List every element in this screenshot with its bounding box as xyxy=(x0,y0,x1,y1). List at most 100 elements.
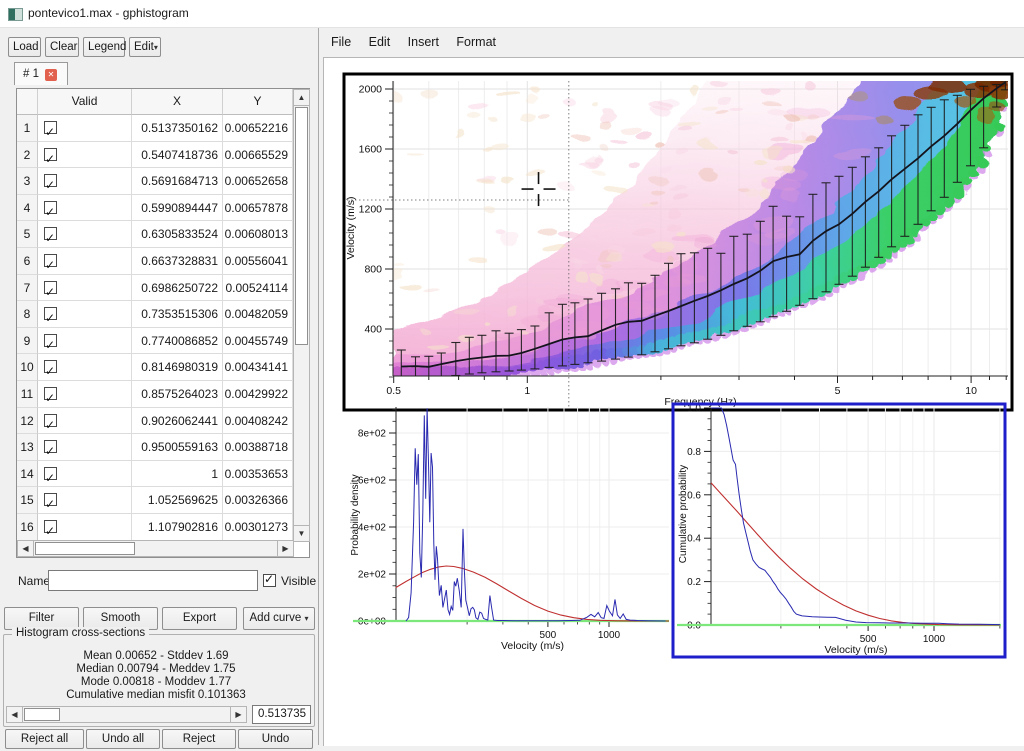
table-row[interactable]: 151.0525696250.00326366 xyxy=(17,487,293,514)
y-cell[interactable]: 0.00556041 xyxy=(223,248,293,275)
valid-checkbox[interactable] xyxy=(44,281,57,294)
valid-checkbox[interactable] xyxy=(44,174,57,187)
valid-checkbox[interactable] xyxy=(44,520,57,533)
edit-button[interactable]: Edit▾ xyxy=(129,37,161,57)
valid-checkbox[interactable] xyxy=(44,201,57,214)
valid-checkbox[interactable] xyxy=(44,307,57,320)
cross-section-slider[interactable]: ◀ ▶ xyxy=(6,706,247,723)
valid-cell[interactable] xyxy=(38,434,132,461)
menu-edit[interactable]: Edit xyxy=(362,33,398,51)
table-row[interactable]: 10.51373501620.00652216 xyxy=(17,115,293,142)
x-cell[interactable]: 1.052569625 xyxy=(132,487,223,514)
table-row[interactable]: 50.63058335240.00608013 xyxy=(17,221,293,248)
panel-splitter[interactable] xyxy=(318,28,319,745)
clear-button[interactable]: Clear xyxy=(45,37,79,57)
slider-right-icon[interactable]: ▶ xyxy=(230,706,247,723)
table-vertical-scrollbar[interactable]: ▲ ▼ xyxy=(293,89,310,541)
x-cell[interactable]: 0.5407418736 xyxy=(132,142,223,169)
x-cell[interactable]: 0.7353515306 xyxy=(132,301,223,328)
valid-checkbox[interactable] xyxy=(44,493,57,506)
valid-checkbox[interactable] xyxy=(44,467,57,480)
menu-file[interactable]: File xyxy=(324,33,358,51)
x-cell[interactable]: 1 xyxy=(132,461,223,488)
y-cell[interactable]: 0.00326366 xyxy=(223,487,293,514)
table-row[interactable]: 100.81469803190.00434141 xyxy=(17,354,293,381)
valid-cell[interactable] xyxy=(38,487,132,514)
valid-cell[interactable] xyxy=(38,195,132,222)
undo-all-button[interactable]: Undo all xyxy=(86,729,160,749)
table-row[interactable]: 20.54074187360.00665529 xyxy=(17,142,293,169)
table-vscroll-thumb[interactable] xyxy=(295,107,308,345)
y-cell[interactable]: 0.00301273 xyxy=(223,514,293,540)
y-cell[interactable]: 0.00353653 xyxy=(223,461,293,488)
valid-cell[interactable] xyxy=(38,275,132,302)
y-cell[interactable]: 0.00429922 xyxy=(223,381,293,408)
table-row[interactable]: 40.59908944470.00657878 xyxy=(17,195,293,222)
x-cell[interactable]: 0.9500559163 xyxy=(132,434,223,461)
x-cell[interactable]: 0.5137350162 xyxy=(132,115,223,142)
valid-cell[interactable] xyxy=(38,354,132,381)
table-row[interactable]: 120.90260624410.00408242 xyxy=(17,408,293,435)
y-cell[interactable]: 0.00408242 xyxy=(223,408,293,435)
valid-checkbox[interactable] xyxy=(44,440,57,453)
table-row[interactable]: 110.85752640230.00429922 xyxy=(17,381,293,408)
table-header-y[interactable]: Y xyxy=(223,89,293,115)
valid-checkbox[interactable] xyxy=(44,334,57,347)
valid-cell[interactable] xyxy=(38,142,132,169)
y-cell[interactable]: 0.00524114 xyxy=(223,275,293,302)
table-header-x[interactable]: X xyxy=(132,89,223,115)
visible-checkbox[interactable] xyxy=(263,574,276,587)
valid-checkbox[interactable] xyxy=(44,360,57,373)
x-cell[interactable]: 0.5990894447 xyxy=(132,195,223,222)
table-header-valid[interactable]: Valid xyxy=(38,89,132,115)
y-cell[interactable]: 0.00665529 xyxy=(223,142,293,169)
menu-format[interactable]: Format xyxy=(449,33,503,51)
figure-page[interactable]: 0.51510400800120016002000Frequency (Hz)V… xyxy=(323,57,1024,746)
x-cell[interactable]: 0.6305833524 xyxy=(132,221,223,248)
table-row[interactable]: 130.95005591630.00388718 xyxy=(17,434,293,461)
scroll-down-icon[interactable]: ▼ xyxy=(293,525,310,542)
name-input[interactable] xyxy=(48,570,258,591)
slider-thumb[interactable] xyxy=(24,708,60,721)
x-cell[interactable]: 0.5691684713 xyxy=(132,168,223,195)
reject-button[interactable]: Reject xyxy=(162,729,236,749)
valid-cell[interactable] xyxy=(38,115,132,142)
y-cell[interactable]: 0.00652658 xyxy=(223,168,293,195)
tab-1[interactable]: # 1 ✕ xyxy=(14,62,68,85)
scroll-right-icon[interactable]: ▶ xyxy=(277,540,294,557)
export-button[interactable]: Export xyxy=(162,607,237,630)
valid-cell[interactable] xyxy=(38,514,132,540)
valid-checkbox[interactable] xyxy=(44,227,57,240)
x-cell[interactable]: 0.7740086852 xyxy=(132,328,223,355)
valid-cell[interactable] xyxy=(38,408,132,435)
scroll-left-icon[interactable]: ◀ xyxy=(17,540,34,557)
scroll-up-icon[interactable]: ▲ xyxy=(293,89,310,106)
y-cell[interactable]: 0.00657878 xyxy=(223,195,293,222)
valid-checkbox[interactable] xyxy=(44,254,57,267)
x-cell[interactable]: 0.8146980319 xyxy=(132,354,223,381)
valid-checkbox[interactable] xyxy=(44,387,57,400)
table-row[interactable]: 70.69862507220.00524114 xyxy=(17,275,293,302)
y-cell[interactable]: 0.00434141 xyxy=(223,354,293,381)
valid-cell[interactable] xyxy=(38,248,132,275)
legend-button[interactable]: Legend xyxy=(83,37,125,57)
table-horizontal-scrollbar[interactable]: ◀ ▶ xyxy=(17,540,294,557)
table-row[interactable]: 90.77400868520.00455749 xyxy=(17,328,293,355)
x-cell[interactable]: 1.107902816 xyxy=(132,514,223,540)
figure-canvas[interactable]: 0.51510400800120016002000Frequency (Hz)V… xyxy=(324,58,1024,746)
table-row[interactable]: 60.66373288310.00556041 xyxy=(17,248,293,275)
tab-close-icon[interactable]: ✕ xyxy=(45,69,57,81)
add-curve-button[interactable]: Add curve ▾ xyxy=(243,607,315,630)
valid-checkbox[interactable] xyxy=(44,148,57,161)
x-cell[interactable]: 0.6986250722 xyxy=(132,275,223,302)
y-cell[interactable]: 0.00388718 xyxy=(223,434,293,461)
valid-cell[interactable] xyxy=(38,381,132,408)
table-row[interactable]: 80.73535153060.00482059 xyxy=(17,301,293,328)
cross-section-value[interactable]: 0.513735 xyxy=(252,705,311,724)
valid-cell[interactable] xyxy=(38,301,132,328)
slider-left-icon[interactable]: ◀ xyxy=(6,706,23,723)
y-cell[interactable]: 0.00455749 xyxy=(223,328,293,355)
valid-cell[interactable] xyxy=(38,328,132,355)
menu-insert[interactable]: Insert xyxy=(401,33,446,51)
valid-checkbox[interactable] xyxy=(44,414,57,427)
